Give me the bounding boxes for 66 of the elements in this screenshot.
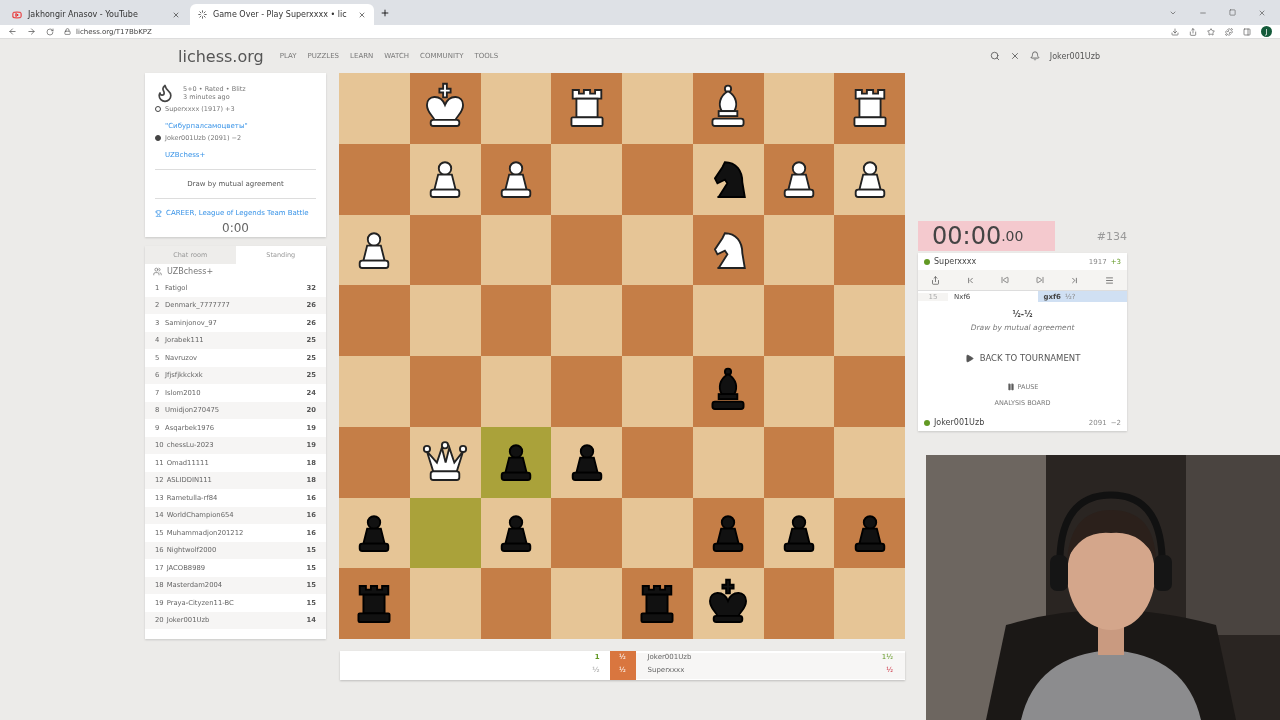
board-square[interactable] <box>763 143 835 215</box>
play-icon <box>964 353 974 363</box>
user-link[interactable]: Joker001Uzb <box>1049 51 1100 61</box>
board-square[interactable] <box>409 73 481 144</box>
first-move-icon[interactable] <box>966 275 976 285</box>
maximize-icon[interactable] <box>1229 8 1236 16</box>
new-tab-icon[interactable] <box>380 7 390 18</box>
player-name[interactable]: Joker001Uzb <box>934 418 985 427</box>
tournament-clock: 0:00 <box>221 221 250 235</box>
board-square[interactable] <box>622 568 693 639</box>
bell-icon[interactable] <box>1029 51 1040 61</box>
move-count: #134 <box>1096 229 1127 243</box>
board-square[interactable] <box>834 73 905 144</box>
board-square[interactable] <box>692 356 764 427</box>
online-dot <box>924 258 930 265</box>
close-icon[interactable] <box>1009 51 1020 61</box>
board-square[interactable] <box>692 568 764 639</box>
board-square[interactable] <box>480 497 552 569</box>
board-square[interactable] <box>551 426 622 498</box>
board-square[interactable] <box>692 143 764 215</box>
video-icon <box>12 9 22 20</box>
board-square[interactable] <box>551 73 622 144</box>
next-move-icon[interactable] <box>1035 276 1044 284</box>
board-square[interactable] <box>692 214 764 286</box>
team-icon <box>153 267 162 276</box>
back-icon[interactable] <box>8 27 17 36</box>
team-name: UZBchess+ <box>167 267 214 276</box>
download-icon[interactable] <box>1171 27 1179 36</box>
board-square[interactable] <box>339 497 410 569</box>
close-icon[interactable] <box>172 10 180 19</box>
site-logo[interactable]: lichess.org <box>178 46 264 66</box>
board-square[interactable] <box>339 214 410 286</box>
search-icon[interactable] <box>989 51 1000 61</box>
trophy-icon <box>155 209 162 217</box>
forward-icon[interactable] <box>27 27 36 36</box>
board-square[interactable] <box>692 497 764 569</box>
board-square[interactable] <box>409 426 481 498</box>
last-move-icon[interactable] <box>1069 275 1079 285</box>
star-icon[interactable] <box>1207 27 1215 36</box>
puzzle-icon[interactable] <box>1225 27 1233 36</box>
game-result: ½-½ <box>1012 310 1033 319</box>
side-panel-icon[interactable] <box>1243 27 1251 36</box>
player-name[interactable]: Superxxxx <box>934 257 977 266</box>
back-to-tournament-button[interactable]: BACK TO TOURNAMENT <box>958 352 1087 364</box>
lock-icon <box>64 28 71 35</box>
browser-tab[interactable]: Game Over - Play Superxxxx • lic <box>190 4 374 25</box>
chess-board[interactable] <box>339 73 905 639</box>
board-square[interactable] <box>834 143 905 215</box>
board-square[interactable] <box>834 497 905 569</box>
menu-icon[interactable] <box>1104 275 1114 285</box>
board-square[interactable] <box>409 143 481 215</box>
close-icon[interactable] <box>1258 8 1266 17</box>
online-dot <box>924 419 930 426</box>
board-square[interactable] <box>763 497 835 569</box>
reload-icon[interactable] <box>46 27 54 36</box>
board-square[interactable] <box>692 73 764 144</box>
close-icon[interactable] <box>358 10 366 19</box>
previous-move-icon[interactable] <box>1001 276 1010 284</box>
flame-icon <box>155 83 175 103</box>
spinner-icon <box>198 10 207 19</box>
browser-tab[interactable]: Jakhongir Anasov - YouTube <box>4 4 188 25</box>
share-icon[interactable] <box>1189 27 1197 36</box>
board-square[interactable] <box>339 568 410 639</box>
pause-icon <box>1006 383 1015 391</box>
board-square[interactable] <box>480 426 552 498</box>
board-square[interactable] <box>480 143 552 215</box>
